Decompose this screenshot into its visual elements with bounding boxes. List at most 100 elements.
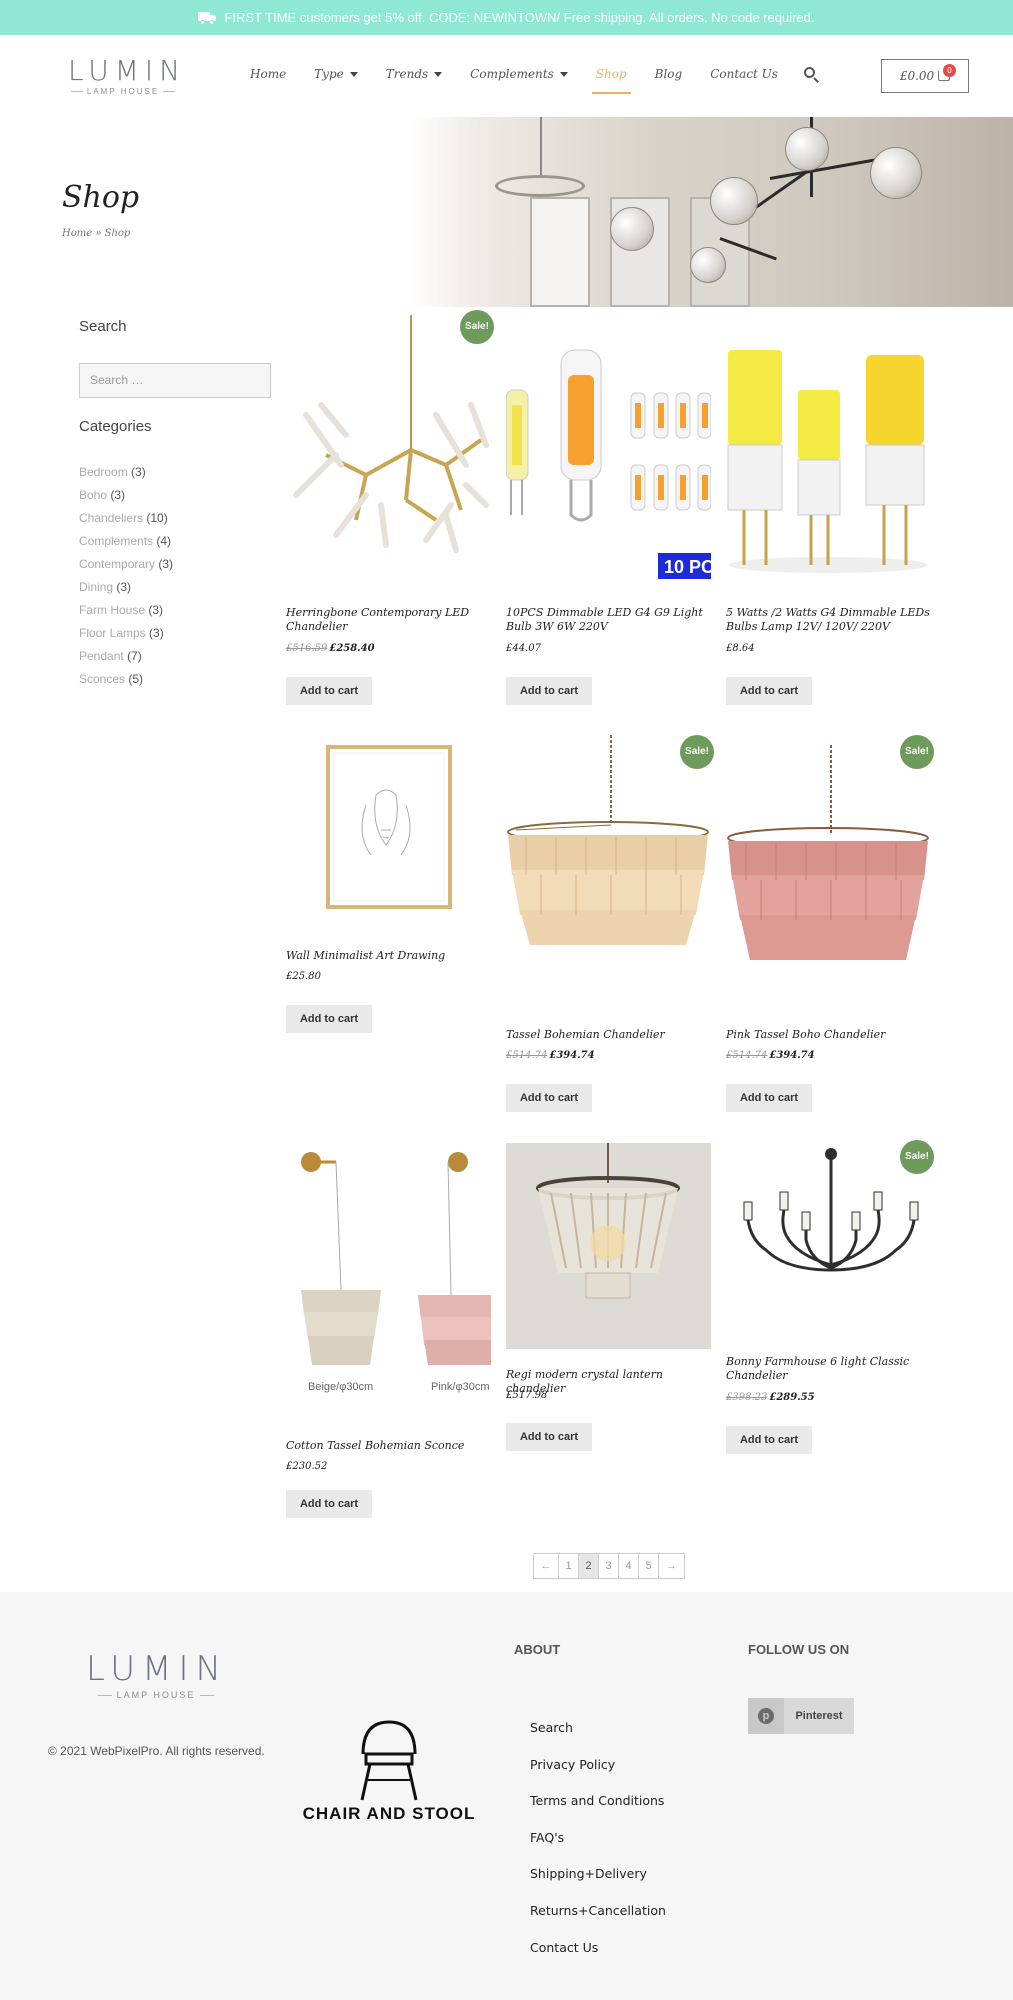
sale-badge: Sale!: [900, 735, 934, 769]
category-item[interactable]: Contemporary (3): [79, 553, 173, 576]
footer-link[interactable]: Terms and Conditions: [530, 1783, 666, 1820]
about-heading: ABOUT: [514, 1642, 561, 1657]
product-price: £25.80: [286, 971, 321, 982]
search-icon[interactable]: [804, 67, 820, 83]
product-name[interactable]: Tassel Bohemian Chandelier: [506, 1028, 711, 1042]
product-image[interactable]: Beige/φ30cm Pink/φ30cm: [286, 1140, 491, 1405]
nav-home[interactable]: Home: [236, 64, 300, 84]
product-price: £8.64: [726, 643, 755, 654]
page-link[interactable]: 3: [599, 1554, 619, 1578]
chair-and-stool-logo[interactable]: CHAIR AND STOOL: [298, 1712, 480, 1832]
page-link[interactable]: 1: [559, 1554, 579, 1578]
search-input[interactable]: Search …: [79, 363, 271, 398]
nav-shop[interactable]: Shop: [582, 64, 641, 94]
logo-word: LUMIN: [68, 54, 187, 87]
product-image[interactable]: [286, 315, 491, 565]
product-price: £398.23 £289.55: [726, 1392, 815, 1403]
pinterest-icon: p: [748, 1698, 784, 1734]
logo-tagline: LAMP HOUSE: [86, 1690, 226, 1700]
footer-link[interactable]: Contact Us: [530, 1930, 666, 1967]
page-link[interactable]: 4: [619, 1554, 639, 1578]
search-widget-title: Search: [79, 318, 127, 335]
next-page-button[interactable]: →: [659, 1554, 684, 1578]
prev-page-button[interactable]: ←: [534, 1554, 559, 1578]
page-link[interactable]: 5: [639, 1554, 659, 1578]
category-list: Bedroom (3) Boho (3) Chandeliers (10) Co…: [79, 461, 173, 691]
product-name[interactable]: Cotton Tassel Bohemian Sconce: [286, 1439, 491, 1453]
pinterest-label: Pinterest: [784, 1698, 854, 1734]
add-to-cart-button[interactable]: Add to cart: [286, 677, 372, 705]
add-to-cart-button[interactable]: Add to cart: [286, 1005, 372, 1033]
product-image[interactable]: [286, 735, 491, 920]
truck-icon: [198, 11, 217, 25]
copyright: © 2021 WebPixelPro. All rights reserved.: [48, 1744, 265, 1758]
product-name[interactable]: Wall Minimalist Art Drawing: [286, 949, 491, 963]
cart-button[interactable]: £0.00: [881, 59, 969, 93]
footer-links: Search Privacy Policy Terms and Conditio…: [530, 1710, 666, 1966]
site-logo[interactable]: LUMIN LAMP HOUSE: [68, 54, 187, 97]
product-price: £514.74 £394.74: [506, 1050, 595, 1061]
footer-link[interactable]: Shipping+Delivery: [530, 1856, 666, 1893]
promo-bar: FIRST TIME customers get 5% off. CODE: N…: [0, 0, 1013, 35]
add-to-cart-button[interactable]: Add to cart: [726, 1084, 812, 1112]
add-to-cart-button[interactable]: Add to cart: [506, 677, 592, 705]
image-caption: Beige/φ30cm: [308, 1381, 373, 1393]
add-to-cart-button[interactable]: Add to cart: [506, 1423, 592, 1451]
footer-link[interactable]: FAQ's: [530, 1820, 666, 1857]
promo-text: FIRST TIME customers get 5% off. CODE: N…: [224, 10, 815, 25]
category-item[interactable]: Boho (3): [79, 484, 173, 507]
product-price: £517.98: [506, 1390, 548, 1401]
footer-link[interactable]: Privacy Policy: [530, 1747, 666, 1784]
nav-type[interactable]: Type: [300, 64, 372, 84]
product-name[interactable]: Bonny Farmhouse 6 light Classic Chandeli…: [726, 1355, 931, 1383]
category-item[interactable]: Farm House (3): [79, 599, 173, 622]
add-to-cart-button[interactable]: Add to cart: [286, 1490, 372, 1518]
sale-badge: Sale!: [460, 310, 494, 344]
sale-badge: Sale!: [900, 1140, 934, 1174]
add-to-cart-button[interactable]: Add to cart: [726, 1426, 812, 1454]
image-overlay-text: 10 PC: [664, 557, 711, 577]
brand-text: CHAIR AND STOOL: [302, 1804, 476, 1823]
product-image[interactable]: 10 PC: [506, 315, 711, 585]
add-to-cart-button[interactable]: Add to cart: [726, 677, 812, 705]
product-price: £514.74 £394.74: [726, 1050, 815, 1061]
product-name[interactable]: Herringbone Contemporary LED Chandelier: [286, 606, 491, 634]
category-item[interactable]: Bedroom (3): [79, 461, 173, 484]
footer-link[interactable]: Search: [530, 1710, 666, 1747]
breadcrumb[interactable]: Home » Shop: [62, 228, 130, 239]
pinterest-button[interactable]: p Pinterest: [748, 1698, 854, 1734]
chair-icon: [360, 1720, 418, 1801]
product-name[interactable]: Pink Tassel Boho Chandelier: [726, 1028, 931, 1042]
nav-trends[interactable]: Trends: [372, 64, 456, 84]
main-nav: Home Type Trends Complements Shop Blog C…: [236, 64, 792, 94]
nav-blog[interactable]: Blog: [641, 64, 697, 84]
nav-contact[interactable]: Contact Us: [696, 64, 792, 84]
product-image[interactable]: [726, 1140, 931, 1340]
product-name[interactable]: 10PCS Dimmable LED G4 G9 Light Bulb 3W 6…: [506, 606, 711, 634]
site-footer: LUMIN LAMP HOUSE © 2021 WebPixelPro. All…: [0, 1592, 1013, 2000]
category-item[interactable]: Chandeliers (10): [79, 507, 173, 530]
product-name[interactable]: 5 Watts /2 Watts G4 Dimmable LEDs Bulbs …: [726, 606, 931, 634]
chevron-down-icon: [349, 72, 358, 77]
footer-logo[interactable]: LUMIN LAMP HOUSE: [86, 1652, 226, 1700]
product-image[interactable]: [506, 1143, 711, 1349]
product-image[interactable]: [726, 315, 931, 585]
category-item[interactable]: Floor Lamps (3): [79, 622, 173, 645]
pagination: ← 1 2 3 4 5 →: [533, 1553, 685, 1579]
add-to-cart-button[interactable]: Add to cart: [506, 1084, 592, 1112]
chevron-down-icon: [559, 72, 568, 77]
category-item[interactable]: Sconces (5): [79, 668, 173, 691]
category-item[interactable]: Dining (3): [79, 576, 173, 599]
category-item[interactable]: Pendant (7): [79, 645, 173, 668]
product-price: £516.59 £258.40: [286, 643, 375, 654]
product-price: £230.52: [286, 1461, 328, 1472]
categories-title: Categories: [79, 418, 152, 435]
product-image[interactable]: [506, 735, 711, 975]
image-caption: Pink/φ30cm: [431, 1381, 490, 1393]
page-title: Shop: [62, 180, 140, 215]
logo-tagline: LAMP HOUSE: [68, 87, 178, 96]
category-item[interactable]: Complements (4): [79, 530, 173, 553]
footer-link[interactable]: Returns+Cancellation: [530, 1893, 666, 1930]
product-image[interactable]: [726, 735, 931, 975]
nav-complements[interactable]: Complements: [456, 64, 582, 84]
